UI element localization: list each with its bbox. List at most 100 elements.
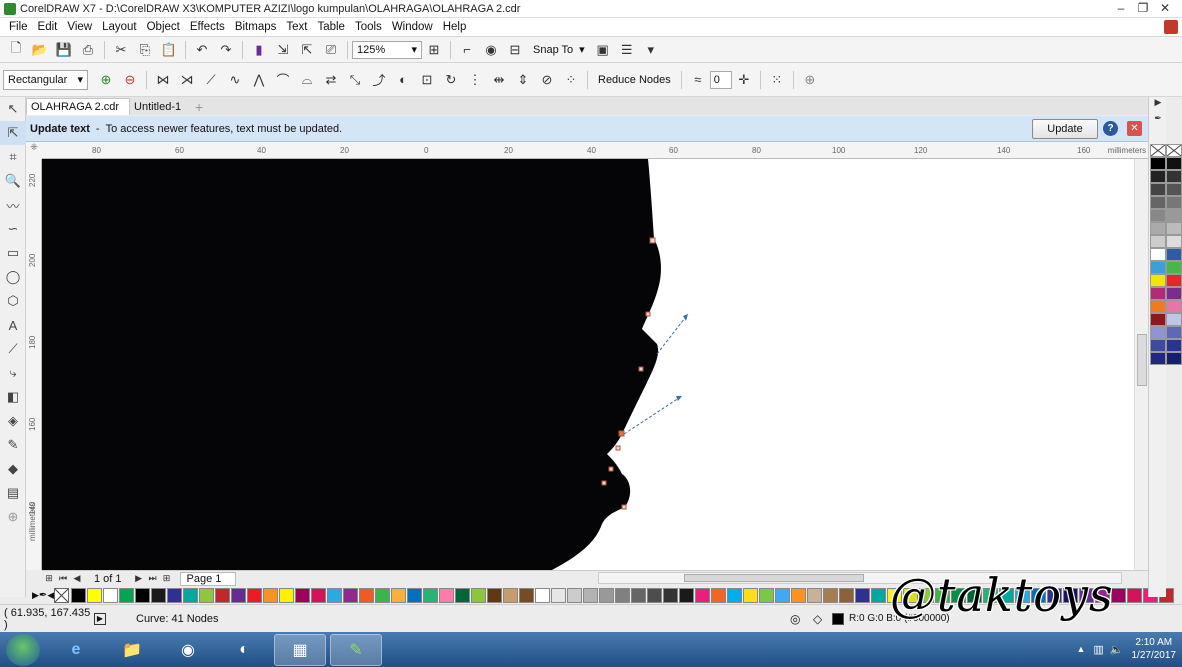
palette-color-swatch[interactable]	[551, 587, 567, 603]
palette-color-swatch[interactable]	[1166, 313, 1182, 326]
palette-color-swatch[interactable]	[903, 587, 919, 603]
new-tab-icon[interactable]: +	[191, 99, 207, 115]
drop-shadow-tool-icon[interactable]: ◧	[0, 385, 26, 409]
palette-color-swatch[interactable]	[327, 587, 343, 603]
palette-color-swatch[interactable]	[983, 587, 999, 603]
palette-color-swatch[interactable]	[951, 587, 967, 603]
elastic-mode-icon[interactable]: ⊘	[536, 69, 558, 91]
close-button[interactable]: ✕	[1154, 0, 1176, 16]
palette-color-swatch[interactable]	[679, 587, 695, 603]
vertical-scrollbar[interactable]	[1134, 159, 1148, 570]
palette-color-swatch[interactable]	[103, 587, 119, 603]
menu-view[interactable]: View	[62, 21, 97, 33]
palette-color-swatch[interactable]	[1166, 157, 1182, 170]
horizontal-scrollbar[interactable]	[598, 572, 1122, 584]
palette-color-swatch[interactable]	[871, 587, 887, 603]
add-page-before-icon[interactable]: ⊞	[42, 573, 56, 584]
coreldraw-taskbar-icon[interactable]: ✎	[330, 633, 382, 666]
palette-color-swatch[interactable]	[631, 587, 647, 603]
drawing-canvas[interactable]	[42, 159, 1134, 570]
snap-to-dropdown[interactable]: Snap To ▾	[527, 40, 591, 60]
palette-color-swatch[interactable]	[247, 587, 263, 603]
zoom-level-select[interactable]: 125% ▾	[352, 40, 422, 59]
break-curve-icon[interactable]: ⋊	[176, 69, 198, 91]
help-icon[interactable]: ?	[1103, 121, 1118, 136]
palette-color-swatch[interactable]	[1166, 326, 1182, 339]
palette-color-swatch[interactable]	[519, 587, 535, 603]
import-icon[interactable]: ⇲	[272, 39, 294, 61]
palette-color-swatch[interactable]	[663, 587, 679, 603]
cut-icon[interactable]: ✂	[110, 39, 132, 61]
palette-color-swatch[interactable]	[1150, 183, 1166, 196]
palette-color-swatch[interactable]	[647, 587, 663, 603]
cusp-node-icon[interactable]: ⋀	[248, 69, 270, 91]
palette-color-swatch[interactable]	[375, 587, 391, 603]
minimize-button[interactable]: –	[1110, 0, 1132, 16]
palette-color-swatch[interactable]	[311, 587, 327, 603]
palette-color-swatch[interactable]	[1166, 300, 1182, 313]
palette-color-swatch[interactable]	[199, 587, 215, 603]
menu-effects[interactable]: Effects	[185, 21, 230, 33]
palette-color-swatch[interactable]	[183, 587, 199, 603]
extract-subpath-icon[interactable]: ⤴	[368, 69, 390, 91]
palette-color-swatch[interactable]	[1079, 587, 1095, 603]
horizontal-ruler[interactable]: 80 60 40 20 0 20 40 60 80 100 120 140 16…	[42, 142, 1148, 159]
crop-tool-icon[interactable]: ⌗	[0, 145, 26, 169]
palette-color-swatch[interactable]	[343, 587, 359, 603]
palette-scroll-left-icon[interactable]: ▶	[32, 590, 39, 601]
palette-color-swatch[interactable]	[455, 587, 471, 603]
smoothness-slider-icon[interactable]: ✛	[733, 69, 755, 91]
no-color-swatch[interactable]	[54, 587, 70, 603]
palette-color-swatch[interactable]	[1150, 339, 1166, 352]
palette-color-swatch[interactable]	[599, 587, 615, 603]
last-page-icon[interactable]: ⏭	[146, 573, 160, 584]
system-clock[interactable]: 2:10 AM 1/27/2017	[1132, 636, 1177, 662]
curve-smoothness-field[interactable]: 0	[709, 70, 732, 89]
print-icon[interactable]: ⎙	[77, 39, 99, 61]
menu-layout[interactable]: Layout	[97, 21, 142, 33]
palette-color-swatch[interactable]	[1166, 287, 1182, 300]
palette-color-swatch[interactable]	[1150, 157, 1166, 170]
menu-file[interactable]: File	[4, 21, 33, 33]
polygon-tool-icon[interactable]: ⬡	[0, 289, 26, 313]
palette-color-swatch[interactable]	[1166, 209, 1182, 222]
windows-start-button[interactable]	[6, 633, 40, 666]
palette-color-swatch[interactable]	[471, 587, 487, 603]
palette-color-swatch[interactable]	[887, 587, 903, 603]
full-screen-preview-icon[interactable]: ⊞	[423, 39, 445, 61]
parallel-dimension-tool-icon[interactable]: ⟋	[0, 337, 26, 361]
color-eyedropper-icon[interactable]: ✎	[0, 433, 26, 457]
menu-window[interactable]: Window	[387, 21, 438, 33]
add-tool-icon[interactable]: ⊕	[0, 505, 26, 529]
smart-fill-icon[interactable]: ▤	[0, 481, 26, 505]
add-toolbar-icon[interactable]: ⊕	[799, 69, 821, 91]
palette-color-swatch[interactable]	[823, 587, 839, 603]
freehand-tool-icon[interactable]: 〰	[0, 193, 26, 217]
prev-page-icon[interactable]: ◀	[70, 573, 84, 584]
mirror-vertical-icon[interactable]: ⇕	[512, 69, 534, 91]
menu-table[interactable]: Table	[312, 21, 350, 33]
symmetrical-node-icon[interactable]: ⌓	[296, 69, 318, 91]
menu-object[interactable]: Object	[142, 21, 185, 33]
firefox-icon[interactable]: ◐	[218, 634, 270, 666]
pick-tool-icon[interactable]: ↖	[0, 97, 26, 121]
palette-color-swatch[interactable]	[1150, 196, 1166, 209]
palette-color-swatch[interactable]	[807, 587, 823, 603]
palette-color-swatch[interactable]	[1127, 587, 1143, 603]
palette-color-swatch[interactable]	[503, 587, 519, 603]
palette-color-swatch[interactable]	[423, 587, 439, 603]
export-icon[interactable]: ⇱	[296, 39, 318, 61]
palette-color-swatch[interactable]	[279, 587, 295, 603]
palette-color-swatch[interactable]	[391, 587, 407, 603]
palette-color-swatch[interactable]	[1166, 248, 1182, 261]
transparency-tool-icon[interactable]: ◈	[0, 409, 26, 433]
palette-color-swatch[interactable]	[615, 587, 631, 603]
close-curve-icon[interactable]: ◐	[392, 69, 414, 91]
rectangle-tool-icon[interactable]: ▭	[0, 241, 26, 265]
palette-color-swatch[interactable]	[1150, 248, 1166, 261]
palette-color-swatch[interactable]	[119, 587, 135, 603]
menu-tools[interactable]: Tools	[350, 21, 387, 33]
palette-color-swatch[interactable]	[839, 587, 855, 603]
palette-color-swatch[interactable]	[1166, 222, 1182, 235]
palette-color-swatch[interactable]	[999, 587, 1015, 603]
